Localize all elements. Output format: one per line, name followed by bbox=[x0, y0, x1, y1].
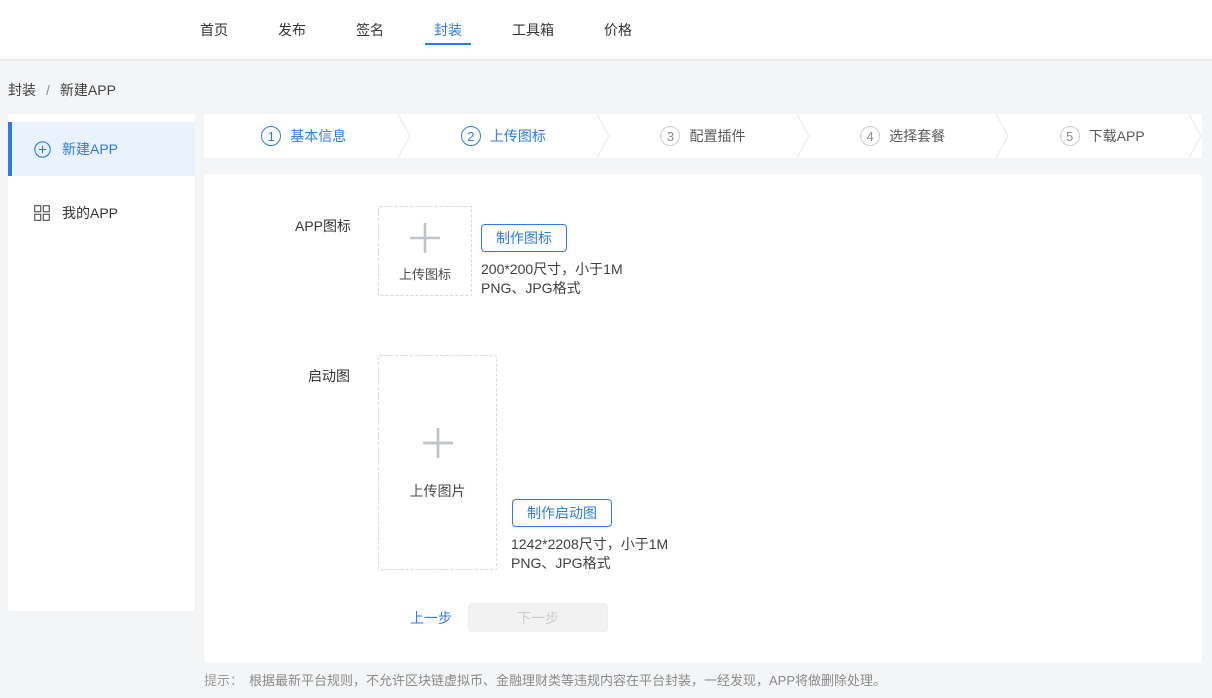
upload-box-label: 上传图片 bbox=[410, 481, 466, 501]
nav-item-publish[interactable]: 发布 bbox=[278, 0, 306, 60]
step-number-badge: 3 bbox=[660, 126, 680, 146]
nav-item-sign[interactable]: 签名 bbox=[356, 0, 384, 60]
footer-notice-text: 根据最新平台规则，不允许区块链虚拟币、金融理财类等违规内容在平台封装，一经发现，… bbox=[249, 673, 886, 688]
breadcrumb-section[interactable]: 封装 bbox=[8, 80, 36, 100]
breadcrumb-current: 新建APP bbox=[60, 80, 116, 100]
step-label: 选择套餐 bbox=[889, 126, 945, 146]
upload-plus-icon bbox=[420, 425, 456, 461]
step-label: 下载APP bbox=[1089, 126, 1145, 146]
step-4-select-plan[interactable]: 4 选择套餐 bbox=[803, 114, 1003, 158]
step-number-badge: 2 bbox=[461, 126, 481, 146]
step-number-badge: 1 bbox=[261, 126, 281, 146]
step-chevron-icon bbox=[397, 114, 411, 158]
previous-step-link[interactable]: 上一步 bbox=[410, 608, 452, 628]
upload-plus-icon bbox=[407, 220, 443, 256]
step-wizard: 1 基本信息 2 上传图标 3 配置插件 4 选择套餐 5 下载APP bbox=[204, 114, 1202, 158]
breadcrumb-separator: / bbox=[46, 82, 50, 98]
step-chevron-icon bbox=[796, 114, 810, 158]
make-icon-button[interactable]: 制作图标 bbox=[481, 224, 567, 252]
splash-hint: 1242*2208尺寸，小于1M PNG、JPG格式 bbox=[511, 535, 668, 573]
splash-label: 启动图 bbox=[308, 366, 350, 386]
nav-item-toolbox[interactable]: 工具箱 bbox=[512, 0, 554, 60]
splash-upload-box[interactable]: 上传图片 bbox=[378, 355, 497, 570]
footer-notice: 提示： 根据最新平台规则，不允许区块链虚拟币、金融理财类等违规内容在平台封装，一经… bbox=[204, 670, 886, 689]
top-header: 首页 发布 签名 封装 工具箱 价格 bbox=[0, 0, 1212, 60]
sidebar-item-label: 我的APP bbox=[62, 203, 118, 223]
app-icon-label: APP图标 bbox=[295, 216, 351, 236]
step-1-basic-info[interactable]: 1 基本信息 bbox=[204, 114, 404, 158]
make-splash-button[interactable]: 制作启动图 bbox=[512, 499, 612, 527]
footer-notice-prefix: 提示： bbox=[204, 673, 243, 688]
upload-icon-panel: APP图标 上传图标 制作图标 200*200尺寸，小于1M PNG、JPG格式… bbox=[204, 174, 1202, 663]
step-3-configure-plugins[interactable]: 3 配置插件 bbox=[603, 114, 803, 158]
app-icon-hint: 200*200尺寸，小于1M PNG、JPG格式 bbox=[481, 260, 623, 298]
nav-item-package[interactable]: 封装 bbox=[434, 0, 462, 60]
step-chevron-icon bbox=[596, 114, 610, 158]
next-step-button[interactable]: 下一步 bbox=[468, 603, 608, 632]
sidebar-item-label: 新建APP bbox=[62, 139, 118, 159]
sidebar-item-my-app[interactable]: 我的APP bbox=[8, 186, 195, 240]
step-number-badge: 4 bbox=[860, 126, 880, 146]
step-number-badge: 5 bbox=[1060, 126, 1080, 146]
hint-size-line: 200*200尺寸，小于1M bbox=[481, 260, 623, 279]
step-label: 上传图标 bbox=[490, 126, 546, 146]
breadcrumb: 封装 / 新建APP bbox=[8, 80, 116, 100]
nav-item-home[interactable]: 首页 bbox=[200, 0, 228, 60]
step-chevron-icon bbox=[995, 114, 1009, 158]
app-icon-upload-box[interactable]: 上传图标 bbox=[378, 206, 472, 296]
grid-icon bbox=[33, 204, 51, 222]
sidebar-item-new-app[interactable]: 新建APP bbox=[8, 122, 195, 176]
top-nav: 首页 发布 签名 封装 工具箱 价格 bbox=[200, 0, 632, 60]
sidebar: 新建APP 我的APP bbox=[8, 114, 195, 611]
hint-format-line: PNG、JPG格式 bbox=[481, 279, 623, 298]
step-chevron-icon bbox=[1188, 114, 1202, 158]
hint-size-line: 1242*2208尺寸，小于1M bbox=[511, 535, 668, 554]
step-label: 基本信息 bbox=[290, 126, 346, 146]
step-2-upload-icon[interactable]: 2 上传图标 bbox=[404, 114, 604, 158]
step-5-download-app[interactable]: 5 下载APP bbox=[1002, 114, 1202, 158]
step-label: 配置插件 bbox=[689, 126, 745, 146]
hint-format-line: PNG、JPG格式 bbox=[511, 554, 668, 573]
plus-circle-icon bbox=[33, 140, 51, 158]
upload-box-label: 上传图标 bbox=[399, 264, 451, 283]
nav-item-price[interactable]: 价格 bbox=[604, 0, 632, 60]
